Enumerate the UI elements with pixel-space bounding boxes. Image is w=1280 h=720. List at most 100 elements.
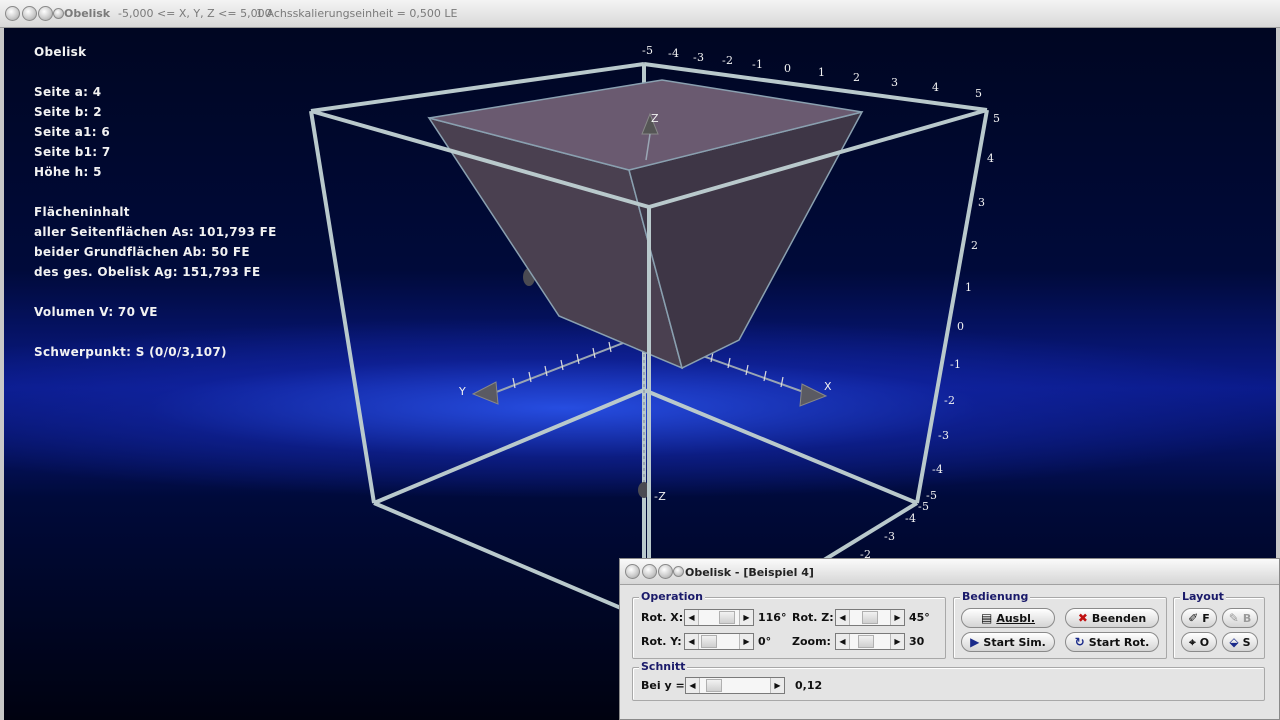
rot-x-label: Rot. X: [641, 611, 684, 624]
info-schwerpunkt: Schwerpunkt: S (0/0/3,107) [34, 345, 227, 359]
rot-x-slider[interactable]: ◀ ▶ [684, 609, 754, 626]
schnitt-slider[interactable]: ◀ ▶ [685, 677, 785, 694]
window-minimize-button[interactable] [22, 6, 37, 21]
panel-menu-icon[interactable] [673, 566, 684, 577]
panel-minimize-button[interactable] [642, 564, 657, 579]
rot-z-slider-thumb[interactable] [862, 611, 878, 624]
rot-y-label: Rot. Y: [641, 635, 682, 648]
tick-label: -3 [884, 530, 896, 543]
rot-z-right-arrow-icon[interactable]: ▶ [890, 610, 904, 625]
tick-label: -4 [932, 463, 944, 476]
x-axis-arrow-icon [799, 383, 828, 407]
rot-y-right-arrow-icon[interactable]: ▶ [739, 634, 753, 649]
info-heading: Obelisk [34, 45, 87, 59]
tick-label: -4 [668, 47, 680, 60]
zoom-left-arrow-icon[interactable]: ◀ [836, 634, 850, 649]
y-axis-label: Y [459, 385, 467, 398]
layout-o-label: O [1199, 635, 1210, 649]
fill-tool-icon: ✐ [1188, 611, 1199, 625]
z-axis-label: Z [651, 112, 659, 125]
info-flaeche-heading: Flächeninhalt [34, 205, 130, 219]
ausblenden-label: Ausbl. [996, 611, 1036, 625]
tick-label: 3 [978, 196, 986, 209]
start-sim-button[interactable]: ▶ Start Sim. [961, 632, 1055, 652]
bedienung-group-label: Bedienung [960, 590, 1031, 603]
window-close-button[interactable] [5, 6, 20, 21]
close-x-icon: ✖ [1077, 611, 1088, 625]
schnitt-slider-thumb[interactable] [706, 679, 722, 692]
panel-zoom-button[interactable] [658, 564, 673, 579]
operation-group: Operation Rot. X: ◀ ▶ 116° Rot. Z: ◀ ▶ 4… [632, 590, 946, 659]
y-axis-arrow-icon [471, 381, 499, 405]
rot-z-slider[interactable]: ◀ ▶ [835, 609, 905, 626]
tick-label: -2 [944, 394, 956, 407]
zoom-slider[interactable]: ◀ ▶ [835, 633, 905, 650]
crosshair-icon: ⌖ [1188, 634, 1196, 649]
rot-z-label: Rot. Z: [792, 611, 834, 624]
obelisk-solid [427, 79, 864, 370]
zoom-right-arrow-icon[interactable]: ▶ [890, 634, 904, 649]
rot-x-right-arrow-icon[interactable]: ▶ [739, 610, 753, 625]
schnitt-group: Schnitt Bei y = ◀ ▶ 0,12 [632, 660, 1265, 701]
rot-z-left-arrow-icon[interactable]: ◀ [836, 610, 850, 625]
window-menu-icon[interactable] [53, 8, 64, 19]
rot-y-slider-thumb[interactable] [701, 635, 717, 648]
rot-y-slider[interactable]: ◀ ▶ [684, 633, 754, 650]
info-hoehe: Höhe h: 5 [34, 165, 102, 179]
info-volumen: Volumen V: 70 VE [34, 305, 158, 319]
neg-z-axis-label: -Z [654, 490, 667, 503]
layout-f-button[interactable]: ✐ F [1181, 608, 1217, 628]
schnitt-left-arrow-icon[interactable]: ◀ [686, 678, 700, 693]
schnitt-value: 0,12 [795, 679, 823, 692]
tick-label: 0 [957, 320, 965, 333]
ausblenden-button[interactable]: ▤ Ausbl. [961, 608, 1055, 628]
window-zoom-button[interactable] [38, 6, 53, 21]
beenden-button[interactable]: ✖ Beenden [1065, 608, 1159, 628]
panel-close-button[interactable] [625, 564, 640, 579]
zoom-slider-thumb[interactable] [858, 635, 874, 648]
tick-label: -5 [642, 44, 654, 57]
info-gesamtflaeche: des ges. Obelisk Ag: 151,793 FE [34, 265, 261, 279]
control-panel-window: Obelisk - [Beispiel 4] Operation Rot. X:… [619, 558, 1280, 720]
start-sim-label: Start Sim. [983, 635, 1046, 649]
play-icon: ▶ [970, 635, 980, 649]
layout-s-button[interactable]: ⬙ S [1222, 632, 1258, 652]
schnitt-group-label: Schnitt [639, 660, 688, 673]
rot-x-value: 116° [758, 611, 787, 624]
tick-label: -1 [752, 58, 764, 71]
tick-label: -4 [905, 512, 917, 525]
info-seite-a1: Seite a1: 6 [34, 125, 111, 139]
layout-b-label: B [1242, 611, 1252, 625]
layout-group-label: Layout [1180, 590, 1226, 603]
info-grundflaechen: beider Grundflächen Ab: 50 FE [34, 245, 250, 259]
paint-bucket-icon: ⬙ [1229, 635, 1239, 649]
rotate-icon: ↻ [1074, 635, 1085, 649]
info-seite-b: Seite b: 2 [34, 105, 102, 119]
x-axis-label: X [824, 380, 832, 393]
zoom-label: Zoom: [792, 635, 831, 648]
rot-x-left-arrow-icon[interactable]: ◀ [685, 610, 699, 625]
tick-label: -3 [693, 51, 705, 64]
schnitt-right-arrow-icon[interactable]: ▶ [770, 678, 784, 693]
tick-label: 3 [891, 76, 899, 89]
window-range-text: -5,000 <= X, Y, Z <= 5,000 [118, 7, 272, 20]
layout-o-button[interactable]: ⌖ O [1181, 632, 1217, 652]
tick-label: -5 [918, 500, 930, 513]
layout-f-label: F [1202, 611, 1210, 625]
rot-y-value: 0° [758, 635, 772, 648]
operation-group-label: Operation [639, 590, 705, 603]
window-title: Obelisk [64, 7, 111, 20]
start-rot-button[interactable]: ↻ Start Rot. [1065, 632, 1159, 652]
rot-y-left-arrow-icon[interactable]: ◀ [685, 634, 699, 649]
rot-x-slider-thumb[interactable] [719, 611, 735, 624]
bei-y-label: Bei y = [641, 679, 685, 692]
layout-b-button[interactable]: ✎ B [1222, 608, 1258, 628]
zoom-value: 30 [909, 635, 925, 648]
tick-label: -1 [950, 358, 962, 371]
info-seite-a: Seite a: 4 [34, 85, 102, 99]
panel-title-bar[interactable]: Obelisk - [Beispiel 4] [620, 559, 1279, 585]
info-seitenflaechen: aller Seitenflächen As: 101,793 FE [34, 225, 277, 239]
bedienung-group: Bedienung ▤ Ausbl. ✖ Beenden ▶ Start Sim… [953, 590, 1167, 659]
tick-label: -3 [938, 429, 950, 442]
hide-panel-icon: ▤ [980, 611, 993, 625]
